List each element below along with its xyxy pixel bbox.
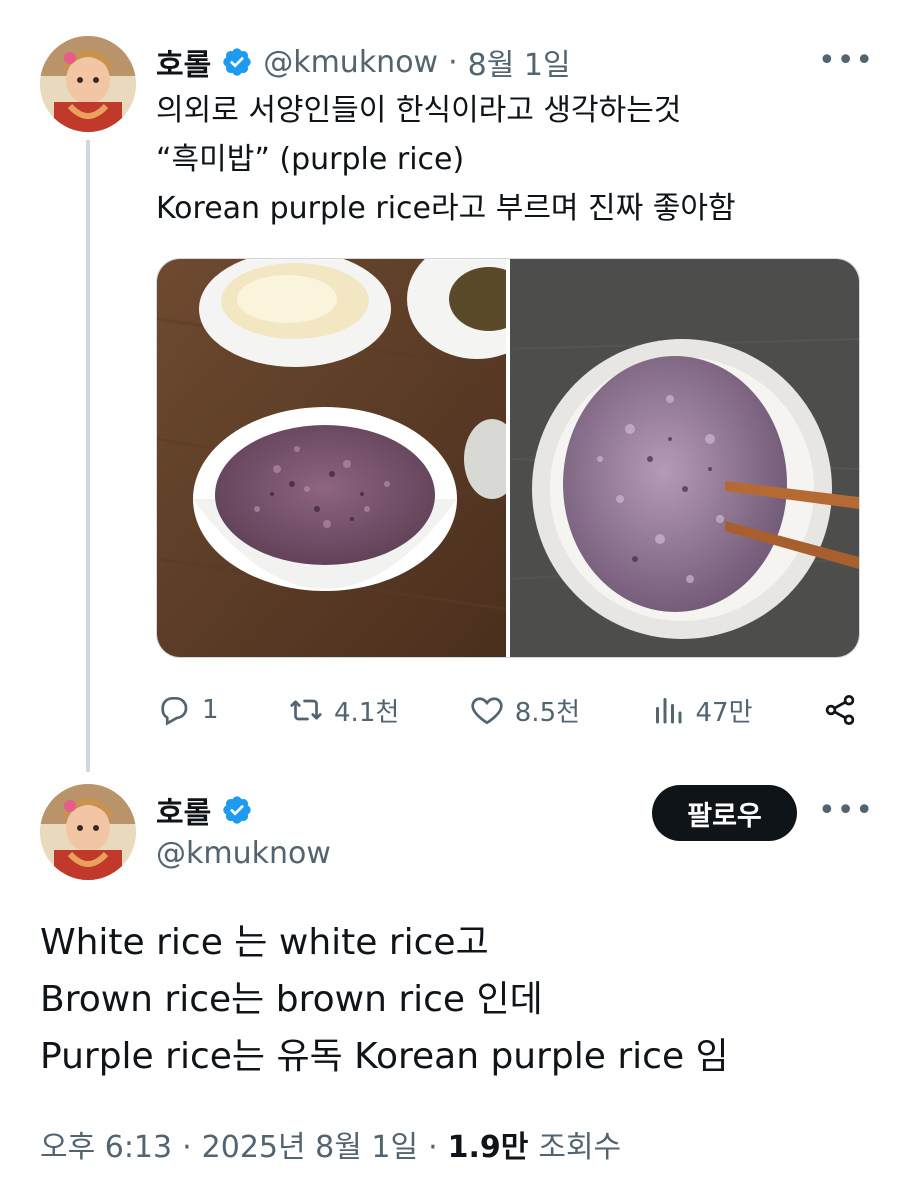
share-button[interactable] — [822, 692, 858, 728]
avatar[interactable] — [40, 36, 136, 132]
handle[interactable]: @kmuknow — [263, 45, 438, 80]
tweet-text-line: Korean purple rice라고 부르며 진짜 좋아함 — [156, 191, 736, 226]
tweet-text-line: White rice 는 white rice고 — [40, 922, 489, 963]
separator-dot: · — [428, 1130, 438, 1165]
like-count: 8.5천 — [514, 697, 581, 728]
more-options-icon[interactable]: ••• — [818, 796, 874, 826]
retweet-count: 4.1천 — [334, 697, 400, 728]
verified-badge-icon[interactable] — [221, 794, 253, 826]
display-name[interactable]: 호롤 — [156, 788, 211, 832]
retweet-button[interactable]: 4.1천 — [288, 692, 399, 729]
tweet-date[interactable]: 8월 1일 — [468, 40, 571, 84]
tweet-text-line: 의외로 서양인들이 한식이라고 생각하는것 — [156, 93, 682, 128]
share-icon — [825, 695, 855, 725]
tweet-header: 호롤 @kmuknow · 8월 1일 — [156, 40, 571, 84]
views-icon — [655, 698, 682, 724]
reply-count: 1 — [202, 695, 219, 725]
purple-rice-photo-left[interactable] — [157, 259, 506, 657]
thread-connector-line — [86, 140, 90, 772]
more-options-icon[interactable]: ••• — [818, 46, 874, 76]
views-button[interactable]: 47만 — [650, 692, 753, 729]
like-button[interactable]: 8.5천 — [469, 692, 580, 729]
views-label: 조회수 — [538, 1130, 622, 1165]
tweet-text-line: Brown rice는 brown rice 인데 — [40, 979, 543, 1020]
tweet-metadata: 오후 6:13 · 2025년 8월 1일 · 1.9만 조회수 — [40, 1122, 621, 1166]
follow-button[interactable]: 팔로우 — [652, 785, 797, 841]
purple-rice-photo-right[interactable] — [510, 259, 859, 657]
display-name[interactable]: 호롤 — [156, 40, 211, 84]
avatar[interactable] — [40, 784, 136, 880]
verified-badge-icon[interactable] — [221, 46, 253, 78]
tweet-text-line: Purple rice는 유독 Korean purple rice 임 — [40, 1036, 729, 1077]
views-count: 47만 — [695, 697, 753, 728]
media-grid — [156, 258, 860, 658]
separator-dot: · — [182, 1130, 192, 1165]
tweet-text-line: “흑미밥” (purple rice) — [156, 142, 465, 177]
tweet-actions: 1 4.1천 8.5천 47만 — [156, 686, 858, 734]
like-icon — [471, 697, 503, 725]
tweet-text: White rice 는 white rice고 Brown rice는 bro… — [40, 914, 729, 1085]
reply-button[interactable]: 1 — [156, 692, 219, 728]
tweet-date[interactable]: 2025년 8월 1일 — [202, 1122, 418, 1166]
reply-icon — [161, 696, 188, 726]
tweet-time[interactable]: 오후 6:13 — [40, 1122, 172, 1166]
tweet-header: 호롤 — [156, 788, 253, 832]
retweet-icon — [290, 699, 322, 721]
handle[interactable]: @kmuknow — [156, 836, 331, 871]
views-count[interactable]: 1.9만 — [448, 1122, 529, 1166]
separator-dot: · — [448, 44, 458, 80]
tweet-text: 의외로 서양인들이 한식이라고 생각하는것 “흑미밥” (purple rice… — [156, 86, 736, 233]
